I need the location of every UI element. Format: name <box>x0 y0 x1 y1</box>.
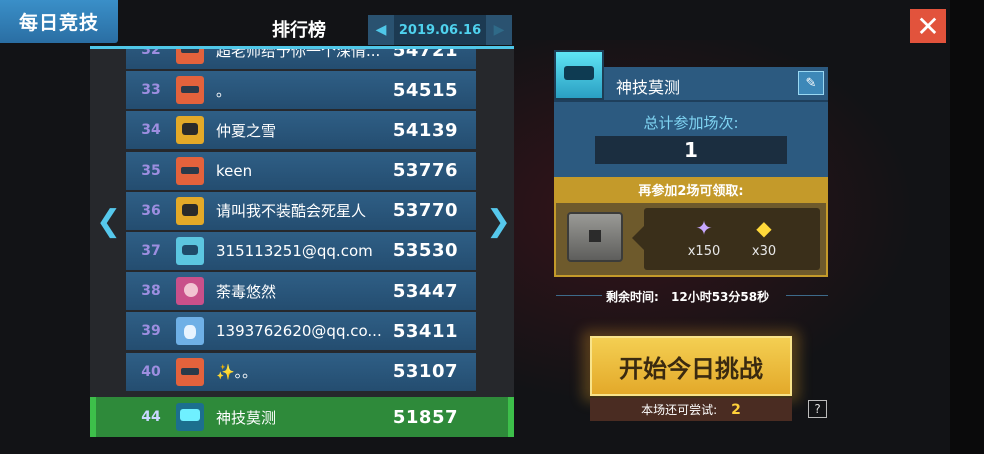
rank-number: 39 <box>141 323 161 340</box>
player-name: 请叫我不装酷会死星人 <box>216 202 367 221</box>
total-matches-label: 总计参加场次: <box>643 114 739 132</box>
player-name: 神技莫测 <box>216 408 277 427</box>
player-avatar <box>176 236 204 265</box>
daily-competition-tag: 每日竞技 <box>0 0 118 43</box>
self-rank-row[interactable]: 44 神技莫测 51857 <box>90 397 514 437</box>
start-challenge-button[interactable]: 开始今日挑战 <box>590 336 792 396</box>
player-score: 51857 <box>392 406 458 428</box>
player-avatar <box>176 196 204 225</box>
next-page-icon[interactable]: ❯ <box>486 204 511 239</box>
player-avatar <box>176 277 204 306</box>
leaderboard-row[interactable]: 37 315113251@qq.com 53530 <box>126 231 476 270</box>
player-name: 315113251@qq.com <box>216 241 373 260</box>
reward-item[interactable]: ◆ x30 <box>734 216 794 259</box>
star-fragment-icon: ✦ <box>695 216 713 240</box>
rank-number: 32 <box>141 49 161 58</box>
player-score: 53107 <box>392 361 458 382</box>
player-avatar <box>176 116 204 145</box>
reward-item[interactable]: ✦ x150 <box>674 216 734 259</box>
help-button[interactable]: ? <box>808 400 827 418</box>
screen-edge <box>950 0 984 454</box>
player-score: 53530 <box>392 240 458 262</box>
rank-number: 36 <box>141 202 161 219</box>
chest-pointer <box>632 226 644 250</box>
player-card-name: 神技莫测 <box>616 78 681 97</box>
player-score: 53770 <box>392 200 458 222</box>
player-avatar <box>176 49 204 64</box>
player-name: 超老师给予你一个深情... <box>216 49 381 60</box>
player-score: 54139 <box>392 119 458 141</box>
date-prev-icon[interactable]: ◀ <box>368 15 394 45</box>
remaining-time-value: 12小时53分58秒 <box>671 290 770 304</box>
player-score: 53776 <box>392 160 458 182</box>
player-avatar <box>176 156 204 185</box>
date-next-icon[interactable]: ▶ <box>486 15 512 45</box>
rank-number: 40 <box>141 363 161 380</box>
leaderboard-row[interactable]: 40 ✨。。 53107 <box>126 352 476 391</box>
player-name: ✨。。 <box>216 363 258 381</box>
player-name: 荼毒悠然 <box>216 282 277 301</box>
reward-items: ✦ x150 ◆ x30 <box>644 208 820 270</box>
player-name: 仲夏之雪 <box>216 121 277 140</box>
remaining-time: 剩余时间: 12小时53分58秒 <box>606 288 769 305</box>
rank-number: 38 <box>141 283 161 300</box>
card-divider <box>554 100 828 102</box>
previous-page-icon[interactable]: ❮ <box>96 204 121 239</box>
leaderboard-row[interactable]: 36 请叫我不装酷会死星人 53770 <box>126 191 476 230</box>
rank-number: 34 <box>141 122 161 139</box>
treasure-chest-icon[interactable] <box>567 212 623 262</box>
rank-number: 35 <box>141 162 161 179</box>
timer-divider-right <box>786 295 828 296</box>
timer-divider-left <box>556 295 602 296</box>
total-matches-value: 1 <box>595 136 787 164</box>
rank-number: 37 <box>141 242 161 259</box>
player-avatar <box>176 403 204 431</box>
player-avatar <box>176 357 204 386</box>
leaderboard-panel: 32 超老师给予你一个深情... 54721 33。 54515 34 仲夏之雪 54139 3… <box>90 49 514 437</box>
leaderboard-list[interactable]: 32 超老师给予你一个深情... 54721 33。 54515 34 仲夏之雪 54139 3… <box>126 49 476 393</box>
player-avatar <box>176 76 204 105</box>
attempts-remaining: 本场还可尝试: 2 <box>590 398 792 421</box>
player-name: keen <box>216 161 253 180</box>
edit-icon[interactable]: ✎ <box>798 71 824 95</box>
leaderboard-title: 排行榜 <box>272 20 326 41</box>
leaderboard-row[interactable]: 38 荼毒悠然 53447 <box>126 272 476 311</box>
date-text: 2019.06.16 <box>398 22 482 38</box>
player-name: 1393762620@qq.co... <box>216 322 382 341</box>
rank-number: 33 <box>141 82 161 99</box>
player-avatar <box>176 317 204 346</box>
leaderboard-row[interactable]: 32 超老师给予你一个深情... 54721 <box>126 49 476 69</box>
attempts-label: 本场还可尝试: <box>641 403 718 417</box>
rank-number: 44 <box>141 409 161 425</box>
leaderboard-row[interactable]: 33 。 54515 <box>126 71 476 110</box>
reward-header: 再参加2场可领取: <box>554 177 828 201</box>
player-score: 53447 <box>392 280 458 302</box>
leaderboard-row[interactable]: 39 1393762620@qq.co... 53411 <box>126 312 476 351</box>
attempts-value: 2 <box>731 401 741 418</box>
player-score: 54515 <box>392 79 458 101</box>
leaderboard-row[interactable]: 35 keen 53776 <box>126 151 476 190</box>
reward-quantity: x150 <box>687 244 721 259</box>
date-selector: ◀ 2019.06.16 ▶ <box>368 15 512 45</box>
remaining-time-label: 剩余时间: <box>606 290 659 304</box>
reward-quantity: x30 <box>751 244 777 259</box>
player-card-avatar <box>554 50 604 100</box>
player-score: 54721 <box>392 49 458 61</box>
close-button[interactable]: ✕ <box>910 9 946 43</box>
player-score: 53411 <box>392 320 458 342</box>
leaderboard-row[interactable]: 34 仲夏之雪 54139 <box>126 111 476 150</box>
gem-icon: ◆ <box>756 216 772 240</box>
player-name: 。 <box>216 81 232 100</box>
